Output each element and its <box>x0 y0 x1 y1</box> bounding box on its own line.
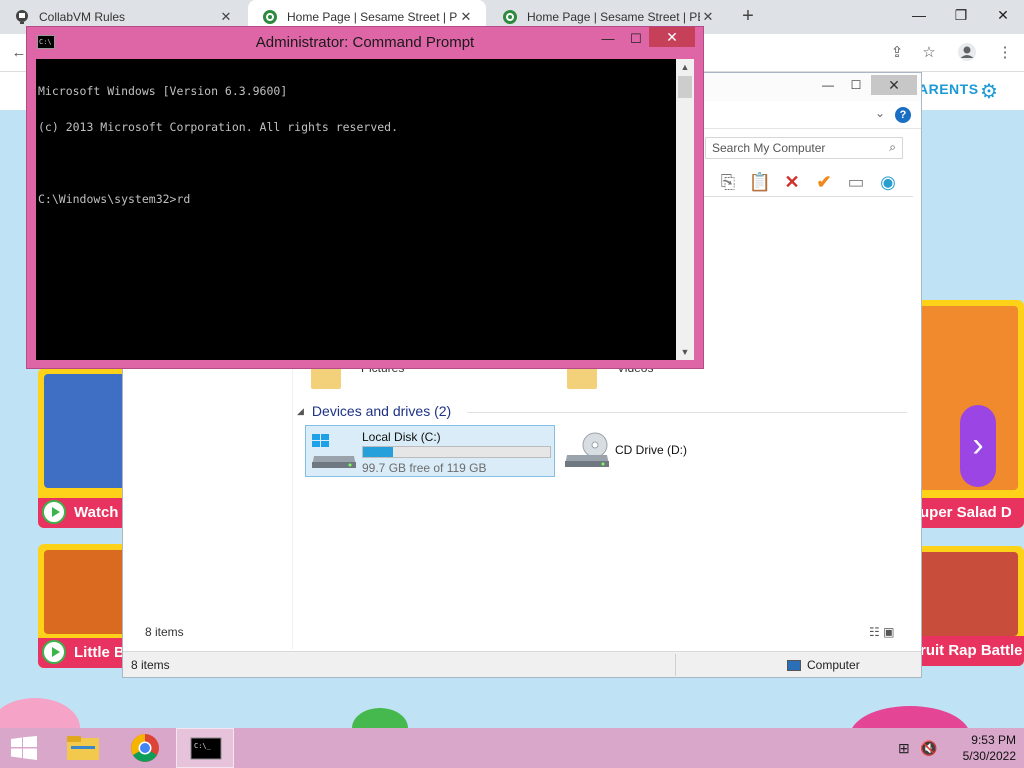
drive-c-free-space: 99.7 GB free of 119 GB <box>362 461 487 475</box>
share-icon[interactable]: ⇪ <box>886 42 908 64</box>
console-line: (c) 2013 Microsoft Corporation. All righ… <box>38 120 399 134</box>
ribbon-expand-icon[interactable]: ⌄ <box>875 106 885 120</box>
console-line: Microsoft Windows [Version 6.3.9600] <box>38 84 288 98</box>
network-icon[interactable]: ⊞ <box>898 740 910 768</box>
section-title: Devices and drives (2) <box>311 403 452 419</box>
cmd-titlebar[interactable]: C:\ Administrator: Command Prompt — ☐ ✕ <box>27 27 703 57</box>
decorative-blob <box>352 708 408 728</box>
network-globe-icon[interactable]: ◉ <box>875 169 901 195</box>
drive-c-usage-fill <box>363 447 394 457</box>
browser-maximize-button[interactable]: ❐ <box>940 0 982 34</box>
items-count: 8 items <box>145 625 184 639</box>
drive-c-usage-bar <box>362 446 551 458</box>
taskbar-cmd-icon[interactable]: C:\_ <box>176 728 234 768</box>
card-title: uper Salad D <box>916 498 1024 528</box>
cd-drive-icon <box>563 431 611 474</box>
help-icon[interactable]: ? <box>895 107 911 123</box>
collapse-triangle-icon: ◢ <box>297 405 304 416</box>
pbs-kids-icon <box>502 9 518 25</box>
status-divider <box>675 654 676 676</box>
scroll-thumb[interactable] <box>678 76 692 98</box>
browser-close-button[interactable]: ✕ <box>982 0 1024 34</box>
console-scrollbar[interactable]: ▲ ▼ <box>676 59 694 360</box>
tab-title: Home Page | Sesame Street | PBS <box>287 10 458 24</box>
drive-c-name: Local Disk (C:) <box>362 430 441 444</box>
status-items: 8 items <box>131 658 170 672</box>
view-toggle-icons[interactable]: ☷ ▣ <box>869 625 894 639</box>
more-menu-icon[interactable]: ⋮ <box>994 42 1016 64</box>
clock-time: 9:53 PM <box>971 733 1016 747</box>
explorer-close-button[interactable]: ✕ <box>871 75 917 95</box>
scroll-down-icon[interactable]: ▼ <box>676 344 694 360</box>
card-thumbnail <box>44 374 132 488</box>
new-tab-button[interactable]: + <box>737 6 759 28</box>
explorer-minimize-button[interactable]: — <box>815 75 841 95</box>
decorative-blob <box>0 698 80 728</box>
video-card[interactable]: ruit Rap Battle <box>916 546 1024 666</box>
tab-close-icon[interactable]: ✕ <box>458 9 474 25</box>
command-prompt-window: C:\ Administrator: Command Prompt — ☐ ✕ … <box>26 26 704 369</box>
tab-close-icon[interactable]: ✕ <box>700 9 716 25</box>
gear-icon[interactable]: ⚙ <box>980 79 998 104</box>
copy-icon[interactable]: ⎘ <box>715 169 741 195</box>
card-title: ruit Rap Battle <box>916 636 1024 666</box>
devices-section-header[interactable]: ◢ Devices and drives (2) <box>297 403 451 419</box>
card-thumbnail <box>44 550 132 634</box>
browser-minimize-button[interactable]: — <box>898 0 940 34</box>
status-bar: 8 items Computer <box>123 651 921 677</box>
cmd-minimize-button[interactable]: — <box>595 29 621 49</box>
taskbar: C:\_ ⊞ 🔇 9:53 PM 5/30/2022 <box>0 728 1024 768</box>
search-input[interactable]: Search My Computer ⌕ <box>705 137 903 159</box>
hard-drive-icon <box>310 432 358 475</box>
volume-muted-icon[interactable]: 🔇 <box>920 740 937 768</box>
status-location-label: Computer <box>807 658 860 672</box>
card-thumbnail <box>916 552 1018 636</box>
rename-icon[interactable]: ▭ <box>843 169 869 195</box>
tab-close-icon[interactable]: ✕ <box>218 9 234 25</box>
explorer-toolbar: ⎘ 📋 ✕ ✔ ▭ ◉ <box>703 167 913 197</box>
cmd-maximize-button[interactable]: ☐ <box>623 29 649 49</box>
svg-text:C:\_: C:\_ <box>194 742 212 750</box>
windows-start-icon[interactable] <box>10 736 38 760</box>
drive-d-tile[interactable]: CD Drive (D:) <box>559 425 759 477</box>
decorative-blob <box>850 706 970 728</box>
drive-d-name: CD Drive (D:) <box>615 443 687 457</box>
console-line: C:\Windows\system32>rd <box>38 192 191 206</box>
explorer-maximize-button[interactable]: ☐ <box>843 75 869 95</box>
pbs-kids-icon <box>262 9 278 25</box>
console-area[interactable]: Microsoft Windows [Version 6.3.9600] (c)… <box>36 59 694 360</box>
taskbar-file-explorer-icon[interactable] <box>54 728 112 768</box>
parents-link[interactable]: ARENTS <box>918 81 979 97</box>
play-icon <box>42 500 66 524</box>
drive-c-tile[interactable]: Local Disk (C:) 99.7 GB free of 119 GB <box>305 425 555 477</box>
tab-title: Home Page | Sesame Street | PBS <box>527 10 700 24</box>
paste-icon[interactable]: 📋 <box>747 169 773 195</box>
profile-avatar-icon[interactable] <box>956 42 978 64</box>
console-output: Microsoft Windows [Version 6.3.9600] (c)… <box>38 61 674 229</box>
taskbar-chrome-icon[interactable] <box>116 728 174 768</box>
computer-icon <box>787 659 801 671</box>
play-icon <box>42 640 66 664</box>
cmd-close-button[interactable]: ✕ <box>649 27 695 47</box>
bookmark-star-icon[interactable]: ☆ <box>918 42 940 64</box>
tab-title: CollabVM Rules <box>39 10 126 24</box>
checkmark-icon[interactable]: ✔ <box>811 169 837 195</box>
search-placeholder: Search My Computer <box>712 141 826 155</box>
clock-date: 5/30/2022 <box>962 749 1016 763</box>
scroll-up-icon[interactable]: ▲ <box>676 59 694 75</box>
collabvm-icon <box>14 9 30 25</box>
status-location: Computer <box>787 658 860 672</box>
carousel-next-button[interactable]: › <box>960 405 996 487</box>
system-clock[interactable]: 9:53 PM 5/30/2022 <box>944 732 1016 764</box>
search-icon: ⌕ <box>889 140 896 154</box>
section-divider <box>467 412 907 413</box>
delete-icon[interactable]: ✕ <box>779 169 805 195</box>
